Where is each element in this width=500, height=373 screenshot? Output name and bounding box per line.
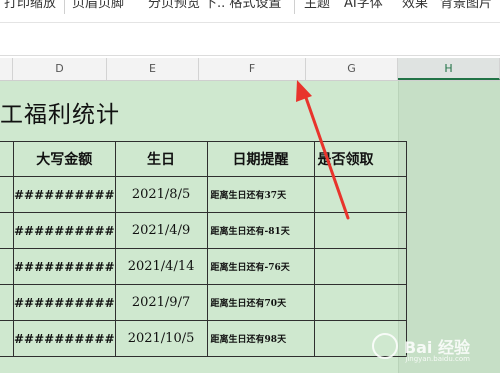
red-arrow-icon — [296, 80, 350, 220]
